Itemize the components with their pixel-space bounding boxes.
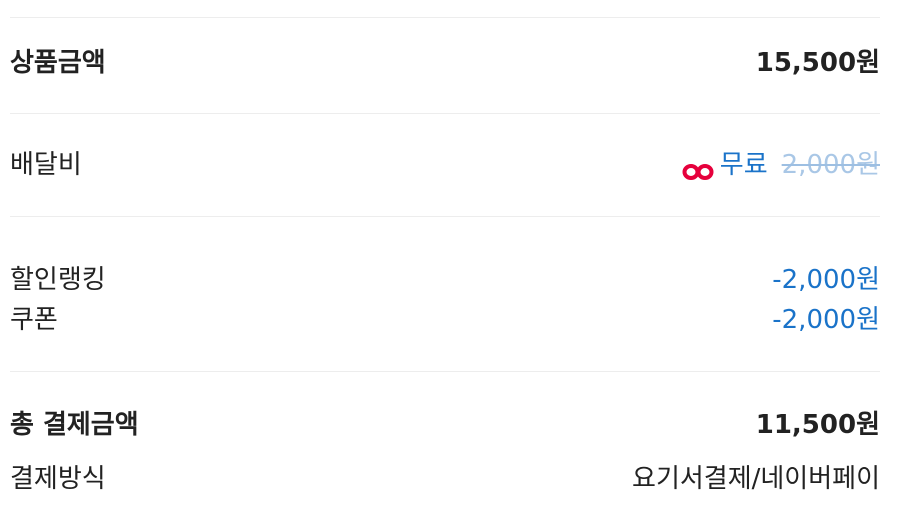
payment-method-label: 결제방식 — [10, 464, 106, 494]
product-amount-value: 15,500원 — [755, 48, 880, 78]
payment-method-row: 결제방식 요기서결제/네이버페이 — [10, 462, 880, 496]
divider-3 — [10, 371, 880, 372]
delivery-original-fee: 2,000원 — [781, 150, 880, 180]
delivery-fee-row: 배달비 무료 2,000원 — [10, 148, 880, 182]
discount-value: -2,000원 — [772, 305, 880, 335]
delivery-free-label: 무료 — [719, 150, 768, 180]
divider-2 — [10, 216, 880, 217]
discount-row-coupon: 쿠폰 -2,000원 — [10, 303, 880, 337]
discount-row-ranking: 할인랭킹 -2,000원 — [10, 263, 880, 297]
divider-1 — [10, 113, 880, 114]
discount-value: -2,000원 — [772, 265, 880, 295]
infinity-membership-icon — [682, 156, 714, 180]
total-amount-label: 총 결제금액 — [10, 410, 139, 440]
delivery-fee-values: 무료 2,000원 — [682, 148, 880, 182]
divider-top — [10, 17, 880, 18]
product-amount-label: 상품금액 — [10, 48, 106, 78]
delivery-fee-label: 배달비 — [10, 150, 82, 180]
discount-label: 할인랭킹 — [10, 265, 106, 295]
total-amount-value: 11,500원 — [755, 410, 880, 440]
product-amount-row: 상품금액 15,500원 — [10, 46, 880, 80]
discount-label: 쿠폰 — [10, 305, 58, 335]
total-amount-row: 총 결제금액 11,500원 — [10, 408, 880, 442]
payment-method-value: 요기서결제/네이버페이 — [632, 464, 880, 494]
